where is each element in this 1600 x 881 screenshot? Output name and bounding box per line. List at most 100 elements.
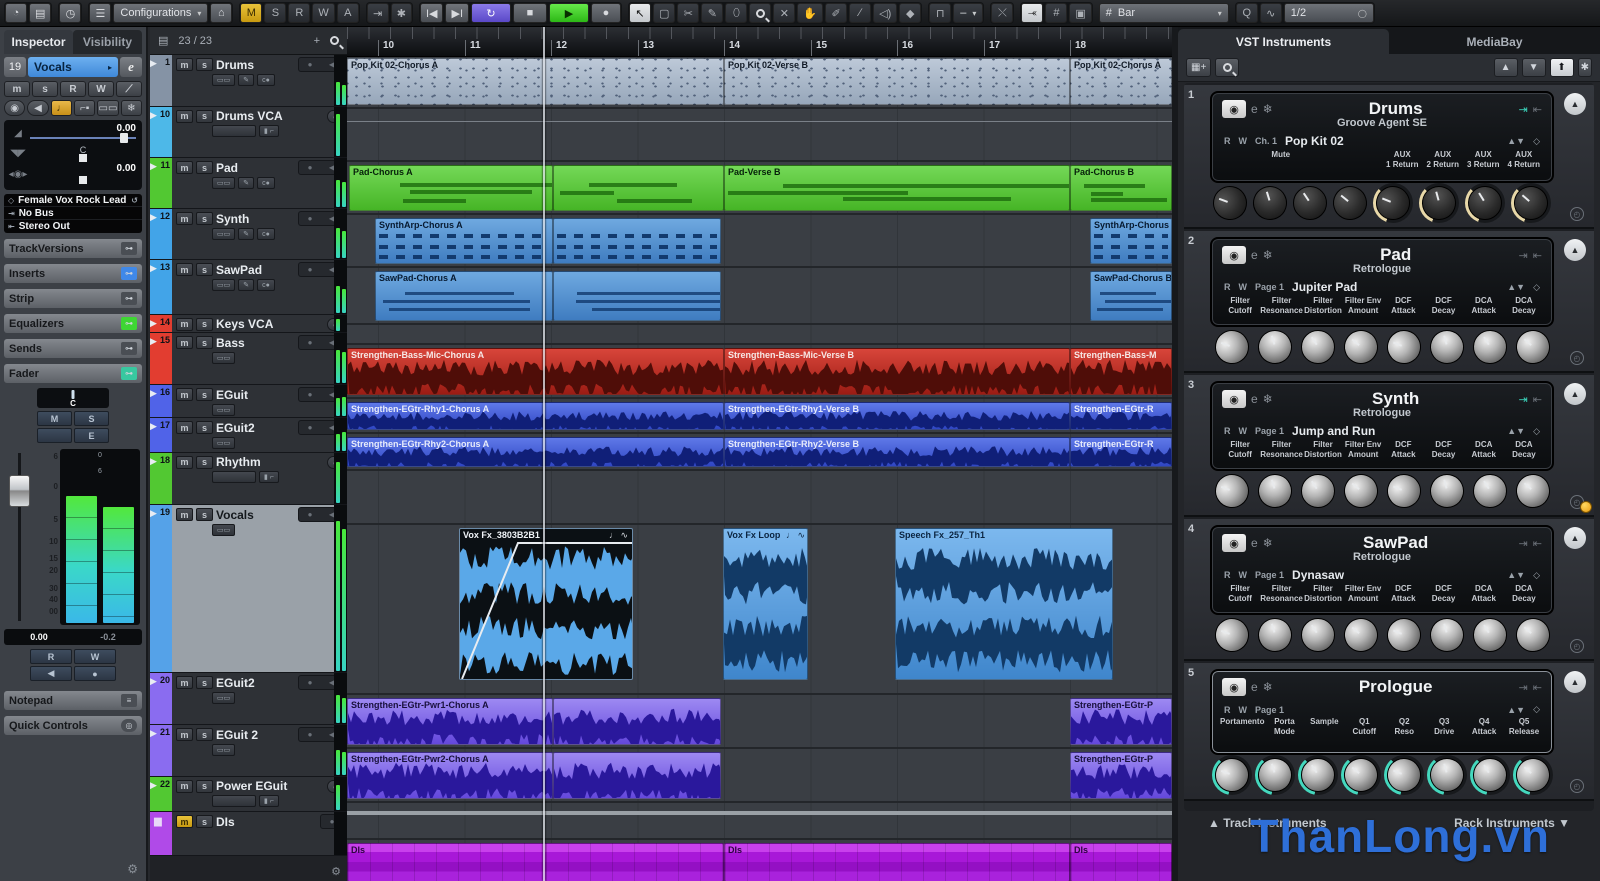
clip-dis[interactable]: DIs (724, 843, 1070, 881)
inspector-gear-icon[interactable]: ⚙ (127, 862, 138, 876)
clip-dis[interactable]: DIs (1070, 843, 1172, 881)
preset-name[interactable]: Jupiter Pad (1292, 280, 1499, 294)
quick-control-knob[interactable] (1208, 323, 1255, 370)
track-solo-button[interactable]: s (196, 263, 213, 276)
automation-w-button[interactable]: W (312, 3, 334, 23)
record-enable-icon[interactable]: ● (299, 336, 321, 349)
tab-mediabay[interactable]: MediaBay (1389, 29, 1600, 54)
quick-control-knob[interactable] (1339, 470, 1381, 512)
section-strip[interactable]: Strip⊶ (4, 289, 142, 308)
clip-strengthen-egtr-rhy2-chorus-a[interactable]: Strengthen-EGtr-Rhy2-Chorus A (347, 437, 724, 467)
lane-bass[interactable]: Strengthen-Bass-Mic-Chorus AStrengthen-B… (347, 347, 1172, 399)
add-track-icon[interactable]: + (314, 35, 320, 47)
write-button[interactable]: W (88, 81, 114, 97)
quick-control-knob[interactable] (1253, 470, 1296, 513)
output-icon[interactable]: ⇤ (1533, 249, 1542, 262)
clip-pad-chorus-a[interactable]: Pad-Chorus A (349, 165, 553, 211)
quick-control-knob[interactable] (1329, 182, 1371, 224)
track-row-synth[interactable]: ▶12msSynth●◀▭▭✎c● (150, 209, 347, 260)
setup-menu-icon[interactable]: ☰ (89, 3, 111, 23)
clip-strengthen-bass-mic-verse-b[interactable]: Strengthen-Bass-Mic-Verse B (724, 348, 1070, 395)
clip-pad-chorus-b[interactable]: Pad-Chorus B (1070, 165, 1172, 211)
read-button[interactable]: R (60, 81, 86, 97)
section-trackversions[interactable]: TrackVersions⊶ (4, 239, 142, 258)
track-mute-button[interactable]: m (176, 456, 193, 469)
timebase-icon[interactable]: c● (257, 177, 275, 189)
quick-control-knob[interactable] (1293, 186, 1328, 221)
quick-control-knob[interactable] (1300, 474, 1335, 509)
tab-visibility[interactable]: Visibility (73, 30, 142, 54)
clip-strengthen-egtr-rhy1-verse-b[interactable]: Strengthen-EGtr-Rhy1-Verse B (724, 402, 1070, 430)
preset-up-down-icon[interactable]: ▲▼ (1507, 136, 1525, 146)
lane-eguit2[interactable]: Strengthen-EGtr-Rhy2-Chorus AStrengthen-… (347, 436, 1172, 471)
pencil-icon[interactable]: ✎ (238, 279, 254, 291)
track-mute-button[interactable]: m (176, 508, 193, 521)
track-row-drums[interactable]: ▶1msDrums●◀▭▭✎c● (150, 55, 347, 107)
snap-type-icon[interactable]: ▣ (1069, 3, 1091, 23)
grid-icon[interactable]: # (1045, 3, 1067, 23)
timeline-ruler[interactable]: 101112131415161718 (347, 27, 1172, 57)
track-row-eguit2[interactable]: ▶20msEGuit2●◀▭▭ (150, 673, 347, 725)
channel-edit-button[interactable]: E (74, 428, 109, 443)
mute-tool[interactable]: ✕ (773, 3, 795, 23)
pan-handle[interactable] (79, 154, 87, 162)
color-tool[interactable]: ◆ (899, 3, 921, 23)
track-solo-button[interactable]: s (196, 815, 213, 828)
record-enable-icon[interactable]: ● (299, 676, 321, 689)
goto-end-button[interactable]: ▶I (445, 3, 469, 23)
power-button[interactable]: ◉ (1222, 246, 1246, 264)
read-button[interactable]: R (30, 649, 72, 664)
lane-drums-vca[interactable] (347, 111, 1172, 162)
track-name-field[interactable]: Vocals▸ (28, 57, 118, 77)
quick-control-knob[interactable] (1512, 754, 1553, 795)
output-icon[interactable]: ⇤ (1533, 537, 1542, 550)
track-row-dis[interactable]: ▆msDIs● (150, 812, 347, 856)
track-row-sawpad[interactable]: ▶13msSawPad●◀▭▭✎c● (150, 260, 347, 315)
clip-strengthen-bass-m[interactable]: Strengthen-Bass-M (1070, 348, 1172, 395)
quick-control-knob[interactable] (1472, 473, 1508, 509)
rack-drums[interactable]: 1◉e❄Drums⇥⇤Groove Agent SERWCh. 1Pop Kit… (1184, 85, 1594, 229)
constrain-compensation-icon[interactable]: ◷ (59, 3, 81, 23)
object-select-tool[interactable]: ↖ (629, 3, 651, 23)
quick-control-knob[interactable] (1417, 181, 1461, 225)
track-solo-button[interactable]: s (196, 318, 213, 331)
range-select-tool[interactable]: ▢ (653, 3, 675, 23)
delay-value[interactable]: 0.00 (117, 163, 136, 174)
cycle-button[interactable]: ↻ (471, 3, 511, 23)
lane-eguit2-pwr2[interactable]: Strengthen-EGtr-Pwr2-Chorus AStrengthen-… (347, 751, 1172, 803)
write-button[interactable]: W (1239, 426, 1248, 436)
tracklist-gear-icon[interactable]: ⚙ (331, 865, 341, 881)
track-preset-row[interactable]: ◇Female Vox Rock Lead↺ (4, 194, 142, 207)
automation-a-button[interactable]: A (337, 3, 359, 23)
tracklist-menu-icon[interactable]: ▤ (158, 34, 168, 47)
record-enable-icon[interactable]: ● (299, 212, 321, 225)
preset-name[interactable]: Pop Kit 02 (1285, 134, 1499, 148)
track-mute-button[interactable]: m (176, 388, 193, 401)
lanes-icon[interactable]: ▭▭ (212, 177, 235, 189)
quick-control-knob[interactable] (1512, 326, 1553, 367)
input-icon[interactable]: ⇥ (1519, 103, 1528, 116)
freeze-icon[interactable]: ❄ (121, 100, 142, 116)
track-solo-button[interactable]: s (196, 336, 213, 349)
pencil-icon[interactable]: ✎ (238, 228, 254, 240)
read-button[interactable]: R (1224, 705, 1231, 715)
edit-instrument-button[interactable]: e (1251, 392, 1258, 406)
quick-control-knob[interactable] (1253, 326, 1296, 369)
quick-control-knob[interactable] (1425, 613, 1469, 657)
volume-handle[interactable] (120, 133, 128, 143)
lanes-icon[interactable]: ▭▭ (212, 692, 235, 704)
record-enable-icon[interactable]: ● (299, 58, 321, 71)
lanes-icon[interactable]: ▭▭ (212, 524, 235, 536)
track-solo-button[interactable]: s (196, 388, 213, 401)
quick-control-knob[interactable] (1208, 751, 1255, 798)
track-row-rhythm[interactable]: ▶18msRhythme▮ ⌐ (150, 453, 347, 505)
automation-r-button[interactable]: R (288, 3, 310, 23)
quick-control-knob[interactable] (1425, 325, 1469, 369)
quantize-preset-select[interactable]: 1/2◯ (1284, 3, 1374, 23)
preset-name[interactable]: Dynasaw (1292, 568, 1499, 582)
lane-vocals[interactable]: Vox Fx_3803B2B1♩ ∿Vox Fx Loop♩ ∿Speech F… (347, 527, 1172, 695)
edit-instrument-button[interactable]: e (1251, 248, 1258, 262)
rack-synth[interactable]: 3◉e❄Synth⇥⇤RetrologueRWPage 1Jump and Ru… (1184, 375, 1594, 517)
track-row-bass[interactable]: ▶15msBass●◀▭▭ (150, 333, 347, 385)
clip-pad-verse-b[interactable]: Pad-Verse B (724, 165, 1070, 211)
